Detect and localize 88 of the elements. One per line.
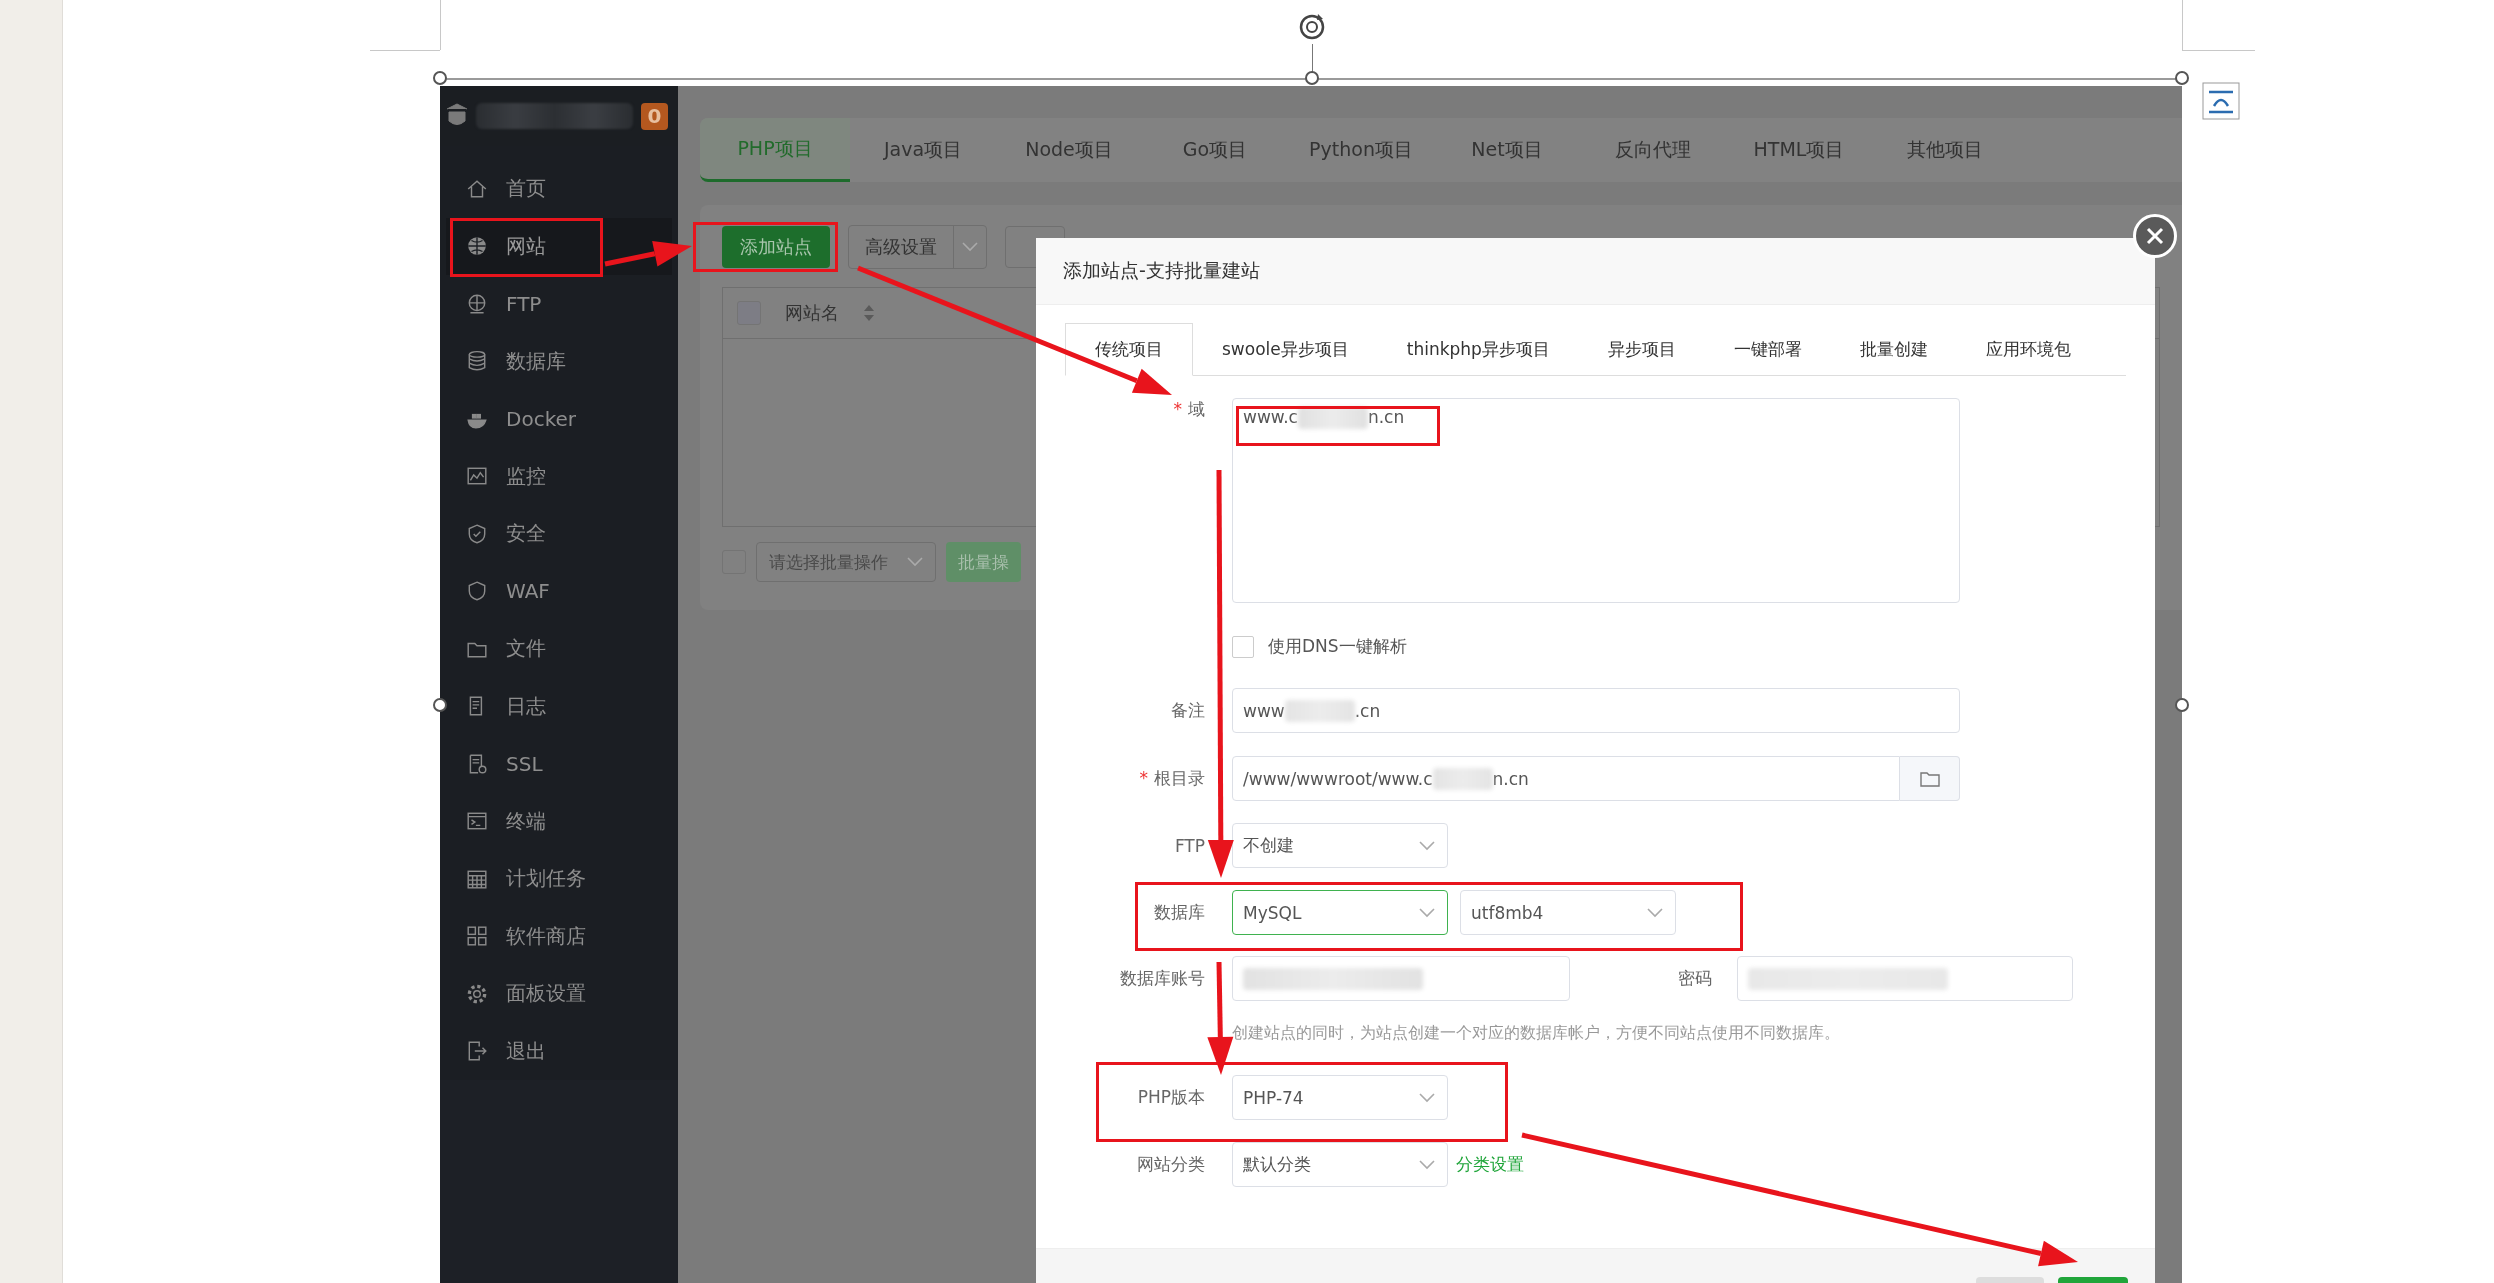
php-version-select[interactable]: PHP-74 <box>1232 1075 1448 1120</box>
shield-icon <box>466 522 488 545</box>
resize-handle[interactable] <box>433 698 447 712</box>
add-site-button[interactable]: 添加站点 <box>722 226 830 268</box>
sidebar-item[interactable]: 软件商店 <box>446 907 672 965</box>
chevron-down-icon <box>1647 907 1663 918</box>
hint-text: 创建站点的同时，为站点创建一个对应的数据库帐户，方便不同站点使用不同数据库。 <box>1232 1023 1841 1044</box>
sidebar-item[interactable]: 面板设置 <box>446 965 672 1023</box>
database-select[interactable]: MySQL <box>1232 890 1448 935</box>
field-label: PHP版本 <box>1137 1087 1205 1107</box>
database-icon <box>466 350 488 373</box>
sidebar-item[interactable]: 首页 <box>446 160 672 218</box>
project-tab[interactable]: Go项目 <box>1142 118 1288 182</box>
chevron-down-icon <box>962 242 978 252</box>
checkbox[interactable] <box>1232 635 1254 658</box>
field-label: 数据库账号 <box>1120 968 1205 988</box>
project-tab[interactable]: HTML项目 <box>1726 118 1872 182</box>
globe-icon <box>466 292 488 315</box>
category-settings-link[interactable]: 分类设置 <box>1456 1153 1524 1176</box>
domain-field[interactable]: www.c n.cn <box>1232 398 1960 603</box>
sidebar-item[interactable]: 计划任务 <box>446 850 672 908</box>
dialog-tab[interactable]: thinkphp异步项目 <box>1377 323 1579 375</box>
column-header[interactable]: 网站名 <box>785 301 839 325</box>
grid-icon <box>466 925 488 948</box>
sidebar-item[interactable]: WAF <box>446 562 672 620</box>
resize-handle[interactable] <box>2175 698 2189 712</box>
redaction-blur <box>1284 699 1355 722</box>
field-label: 密码 <box>1678 968 1712 988</box>
dialog-tab[interactable]: 应用环境包 <box>1956 323 2100 375</box>
project-tab[interactable]: Node项目 <box>996 118 1142 182</box>
chevron-down-icon <box>1419 1092 1435 1103</box>
field-label: 域 <box>1188 399 1205 419</box>
root-dir-field[interactable]: /www/wwwroot/www.c n.cn <box>1232 756 1900 801</box>
dialog-tab[interactable]: 传统项目 <box>1065 323 1193 376</box>
project-tab[interactable]: 反向代理 <box>1580 118 1726 182</box>
close-icon[interactable] <box>2145 226 2165 246</box>
layout-options-icon[interactable] <box>2202 82 2240 120</box>
folder-icon <box>1919 770 1940 787</box>
sidebar-item[interactable]: 数据库 <box>446 332 672 390</box>
field-label: 根目录 <box>1154 768 1205 788</box>
redaction-blur <box>1297 407 1368 429</box>
field-label: 数据库 <box>1154 902 1205 922</box>
ftp-select[interactable]: 不创建 <box>1232 823 1448 868</box>
required-mark: * <box>1139 768 1148 788</box>
project-tab[interactable]: Python项目 <box>1288 118 1434 182</box>
chevron-down-icon <box>1419 907 1435 918</box>
dialog-title: 添加站点-支持批量建站 <box>1063 258 1260 283</box>
project-tab[interactable]: 其他项目 <box>1872 118 2018 182</box>
sidebar-item[interactable]: 文件 <box>446 620 672 678</box>
dialog-tab[interactable]: swoole异步项目 <box>1193 323 1378 375</box>
dialog-tab[interactable]: 一键部署 <box>1704 323 1831 375</box>
sidebar-item[interactable]: 日志 <box>446 677 672 735</box>
note-field[interactable]: www .cn <box>1232 688 1960 733</box>
db-account-field[interactable] <box>1232 956 1570 1001</box>
chevron-down-icon <box>1419 840 1435 851</box>
password-field[interactable] <box>1737 956 2073 1001</box>
shield-icon <box>466 580 488 603</box>
sidebar-item[interactable]: SSL <box>446 735 672 793</box>
project-tab[interactable]: Net项目 <box>1434 118 1580 182</box>
chevron-down-icon <box>1419 1159 1435 1170</box>
sidebar-item[interactable]: 网站 <box>446 217 672 275</box>
sidebar-item[interactable]: 安全 <box>446 505 672 563</box>
charset-select[interactable]: utf8mb4 <box>1460 890 1676 935</box>
dialog-tab[interactable]: 批量创建 <box>1830 323 1957 375</box>
settings-icon <box>466 982 488 1005</box>
project-tab[interactable]: Java项目 <box>850 118 996 182</box>
sidebar-item[interactable]: 监控 <box>446 447 672 505</box>
field-label: 网站分类 <box>1137 1154 1205 1174</box>
resize-handle[interactable] <box>433 71 447 85</box>
advanced-settings-button[interactable]: 高级设置 <box>848 225 987 269</box>
field-label: FTP <box>1174 835 1205 856</box>
resize-handle[interactable] <box>2175 71 2189 85</box>
sidebar-item[interactable]: Docker <box>446 390 672 448</box>
required-mark: * <box>1173 399 1182 419</box>
category-select[interactable]: 默认分类 <box>1232 1142 1448 1187</box>
chevron-down-icon <box>907 557 923 567</box>
field-label: 备注 <box>1171 700 1205 720</box>
sidebar-item[interactable]: FTP <box>446 275 672 333</box>
sidebar-item[interactable]: 终端 <box>446 792 672 850</box>
folder-button[interactable] <box>1900 756 1960 801</box>
globe-icon <box>466 235 488 258</box>
resize-handle[interactable] <box>1305 71 1319 85</box>
dialog-tab[interactable]: 异步项目 <box>1578 323 1705 375</box>
sidebar-item[interactable]: 退出 <box>446 1022 672 1080</box>
notification-badge: 0 <box>641 102 668 130</box>
checkbox-label[interactable]: 使用DNS一键解析 <box>1268 635 1407 658</box>
redaction-blur <box>1432 767 1493 790</box>
logout-icon <box>466 1040 488 1063</box>
